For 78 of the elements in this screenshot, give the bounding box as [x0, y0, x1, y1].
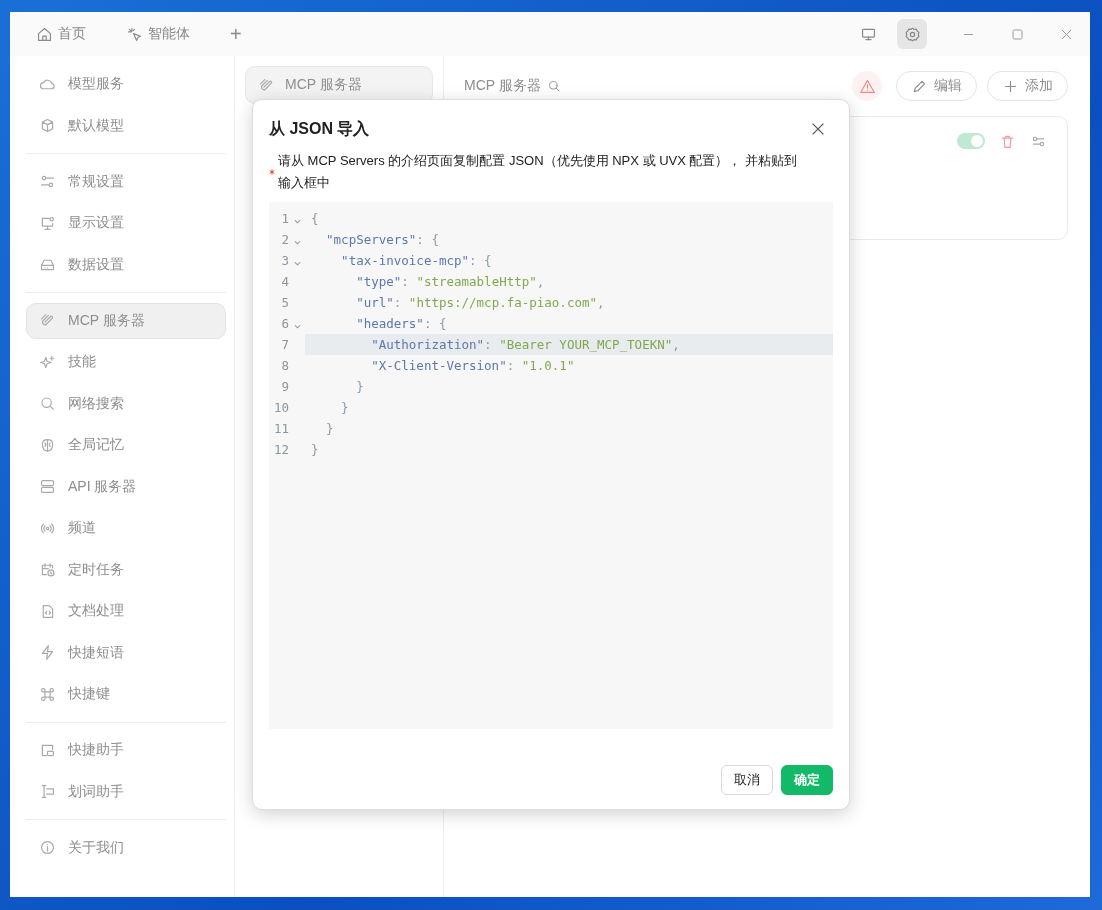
menu-item-icon [39, 436, 56, 454]
maximize-icon[interactable] [1010, 26, 1025, 42]
sidebar-item[interactable]: 网络搜索 [26, 385, 226, 422]
menu-item-icon [39, 117, 56, 134]
code-line: "url": "https://mcp.fa-piao.com", [355, 294, 606, 312]
sidebar-item[interactable]: 快捷键 [26, 676, 226, 712]
code-line: { [310, 210, 320, 228]
settings-button[interactable] [897, 19, 927, 49]
sidebar-item[interactable]: 数据设置 [26, 246, 226, 283]
line-number: 9 [280, 379, 289, 394]
sidebar-item[interactable]: 关于我们 [26, 829, 226, 866]
confirm-button[interactable]: 确定 [781, 765, 833, 795]
sparkle-icon [126, 25, 143, 43]
menu-item-icon [39, 214, 56, 232]
sidebar-item[interactable]: 文档处理 [26, 593, 226, 629]
line-number: 3 [280, 253, 289, 268]
sidebar-item[interactable]: 划词助手 [26, 773, 226, 810]
dialog-title: 从 JSON 导入 [269, 118, 370, 139]
warning-icon [858, 77, 876, 95]
fold-chevron-icon[interactable] [293, 219, 301, 225]
sidebar-item[interactable]: API 服务器 [26, 468, 226, 505]
sidebar-item[interactable]: 定时任务 [26, 551, 226, 588]
warning-button[interactable] [852, 71, 882, 101]
code-line: } [340, 399, 350, 417]
trash-icon[interactable] [999, 133, 1016, 150]
fold-chevron-icon[interactable] [293, 261, 301, 267]
sidebar-item[interactable]: 模型服务 [26, 66, 226, 102]
menu-item-icon [39, 353, 56, 371]
line-number: 1 [280, 211, 289, 226]
line-number: 2 [280, 232, 289, 247]
code-line: } [355, 378, 365, 396]
menu-item-icon [39, 478, 56, 495]
sidebar-item[interactable]: 全局记忆 [26, 427, 226, 463]
field-label: 请从 MCP Servers 的介绍页面复制配置 JSON（优先使用 NPX 或 UVX 配置）， 并粘贴到输入框中 [278, 152, 799, 192]
line-number: 4 [280, 274, 289, 289]
add-button[interactable]: 添加 [987, 71, 1068, 101]
tab[interactable]: 智能体 [122, 21, 194, 47]
edit-button[interactable]: 编辑 [896, 71, 977, 101]
line-number: 12 [272, 442, 289, 457]
menu-item-icon [39, 561, 56, 578]
menu-item-icon [39, 685, 56, 703]
sidebar-item[interactable]: 频道 [26, 510, 226, 546]
cancel-button[interactable]: 取消 [721, 765, 773, 795]
fold-chevron-icon[interactable] [293, 240, 301, 246]
new-tab-button[interactable]: + [226, 22, 246, 46]
code-line: "headers": { [355, 315, 448, 333]
line-number: 8 [280, 358, 289, 373]
menu-item-icon [39, 783, 56, 800]
code-line: } [325, 420, 335, 438]
line-number: 5 [280, 295, 289, 310]
line-number: 7 [280, 337, 289, 352]
code-line: "type": "streamableHttp", [355, 273, 546, 291]
sidebar-item[interactable]: 默认模型 [26, 107, 226, 144]
sidebar-item[interactable]: 技能 [26, 344, 226, 380]
menu-item-icon [39, 173, 56, 190]
code-line: "mcpServers": { [325, 231, 440, 249]
line-number: 10 [272, 400, 289, 415]
sidebar-item[interactable]: 快捷助手 [26, 732, 226, 768]
line-number: 6 [280, 316, 289, 331]
panel-title: MCP 服务器 [464, 77, 541, 95]
code-line: "X-Client-Version": "1.0.1" [370, 357, 576, 375]
sidebar-item[interactable]: 显示设置 [26, 205, 226, 241]
sidebar-item[interactable]: 快捷短语 [26, 634, 226, 671]
code-line: "tax-invoice-mcp": { [340, 252, 493, 270]
list-item[interactable]: MCP 服务器 [245, 66, 433, 104]
code-line: } [310, 441, 320, 459]
search-icon[interactable] [546, 79, 561, 93]
menu-item-icon [39, 644, 56, 661]
menu-item-icon [39, 839, 56, 856]
home-icon [36, 25, 53, 43]
sidebar-item[interactable]: MCP 服务器 [26, 302, 226, 339]
fold-chevron-icon[interactable] [293, 324, 301, 330]
settings-icon [903, 25, 921, 43]
menu-item-icon [39, 395, 56, 412]
sidebar-item[interactable]: 常规设置 [26, 163, 226, 200]
line-number: 11 [272, 421, 289, 436]
toggle-switch[interactable] [957, 133, 985, 149]
tab[interactable]: 首页 [32, 21, 90, 47]
